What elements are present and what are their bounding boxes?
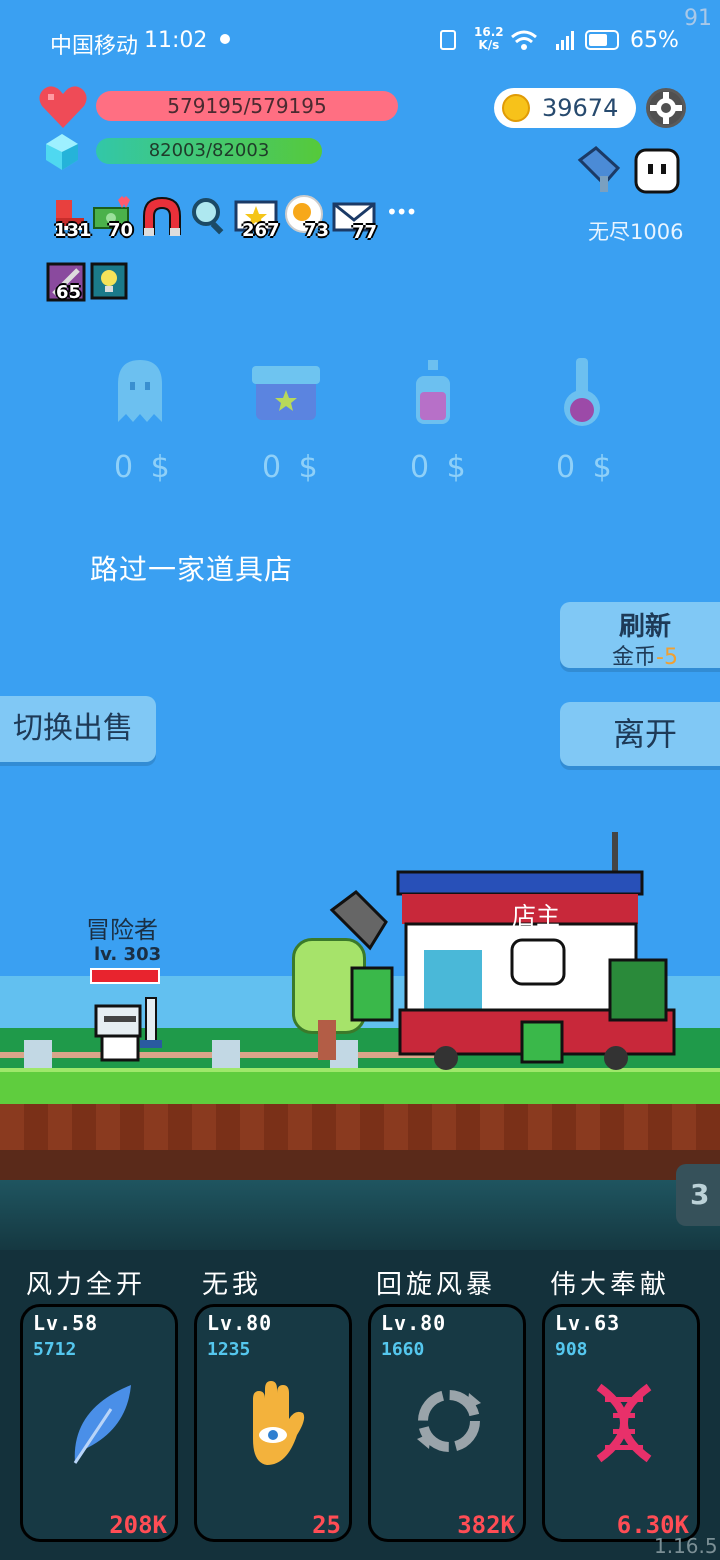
skill-value: 1235 <box>207 1339 251 1360</box>
battery-icon <box>585 30 619 50</box>
skill-cost: 25 <box>312 1511 341 1539</box>
refresh-cost-label: 金币 <box>612 645 657 670</box>
skill-value: 5712 <box>33 1339 77 1360</box>
skill-card-devotion[interactable]: Lv.63 908 6.30K <box>542 1304 700 1542</box>
buff-count: 65 <box>56 282 82 303</box>
buff-count: 131 <box>54 220 92 241</box>
skill-value: 1660 <box>381 1339 425 1360</box>
shop-item-price: 0 $ <box>556 450 616 485</box>
skill-level: Lv.63 <box>555 1311 621 1335</box>
version-label: 1.16.5 <box>654 1534 718 1558</box>
skill-cost: 208K <box>109 1511 167 1539</box>
skill-value: 908 <box>555 1339 588 1360</box>
shop-item-price: 0 $ <box>262 450 322 485</box>
buff-magnet[interactable] <box>140 196 184 244</box>
endless-mode-icon[interactable] <box>574 146 630 196</box>
skill-title: 回旋风暴 <box>376 1270 497 1300</box>
magnifier-icon <box>192 198 224 235</box>
skill-title: 风力全开 <box>26 1270 147 1300</box>
mp-value: 82003/82003 <box>148 140 270 161</box>
skill-card-whirlwind[interactable]: Lv.80 1660 382K <box>368 1304 526 1542</box>
tiktok-icon <box>220 34 230 44</box>
gold-value: 39674 <box>542 94 619 122</box>
skill-level: Lv.80 <box>207 1311 273 1335</box>
battery-percent: 65% <box>630 28 679 53</box>
dna-icon <box>596 1383 652 1463</box>
shop-item-price: 0 $ <box>410 450 470 485</box>
buff-count: 77 <box>352 222 378 243</box>
endless-level-label: 无尽1006 <box>588 220 684 244</box>
buff-magnifier[interactable] <box>190 196 230 240</box>
more-buffs-button[interactable]: ••• <box>386 200 417 224</box>
switch-sell-button[interactable]: 切换出售 <box>0 696 156 762</box>
eye-hand-icon <box>253 1381 305 1465</box>
wifi-icon <box>511 30 537 50</box>
lightbulb-card-icon <box>90 262 128 300</box>
settings-gear-icon[interactable] <box>646 88 686 128</box>
shopkeeper-label: 店主 <box>512 902 560 930</box>
event-message: 路过一家道具店 <box>90 553 294 586</box>
buff-egg[interactable]: 73 <box>284 194 336 242</box>
buff-lightbulb-card[interactable] <box>90 262 130 302</box>
player-name: 冒险者 <box>86 916 158 944</box>
page-badge[interactable]: 3 <box>676 1164 720 1226</box>
flask-icon[interactable] <box>558 356 606 430</box>
adventurer-sprite[interactable] <box>90 994 170 1068</box>
net-speed-unit: K/s <box>478 38 500 52</box>
buff-star-card[interactable]: 267 <box>234 196 286 244</box>
hp-bar: 579195/579195 <box>96 91 398 121</box>
player-level: lv. 303 <box>94 944 162 965</box>
refresh-label: 刷新 <box>618 612 671 642</box>
refresh-cost: -5 <box>656 645 678 670</box>
refresh-button[interactable]: 刷新 金币-5 <box>560 602 720 670</box>
skill-title: 伟大奉献 <box>550 1270 671 1300</box>
skill-card-selfless[interactable]: Lv.80 1235 25 <box>194 1304 352 1542</box>
buff-sword-card[interactable]: 65 <box>46 262 90 306</box>
skill-card-wind[interactable]: Lv.58 5712 208K <box>20 1304 178 1542</box>
skill-level: Lv.80 <box>381 1311 447 1335</box>
buff-mail[interactable]: 77 <box>332 196 384 244</box>
skill-level: Lv.58 <box>33 1311 99 1335</box>
ghost-icon[interactable] <box>110 356 170 428</box>
ghost-pet-icon[interactable] <box>632 144 682 196</box>
buff-count: 267 <box>242 220 280 241</box>
cycle-icon <box>417 1390 481 1452</box>
crystal-icon <box>46 134 78 170</box>
buff-count: 70 <box>108 220 134 241</box>
shop-cart[interactable] <box>326 832 690 1074</box>
signal-icon <box>556 31 574 50</box>
vibrate-icon <box>440 30 456 50</box>
spray-bottle-icon[interactable] <box>412 358 454 428</box>
water-strip <box>0 1180 720 1250</box>
carrier-label: 中国移动 <box>50 34 139 59</box>
status-bar: 中国移动 11:02 16.2 K/s 65% 91 <box>0 0 720 82</box>
hp-value: 579195/579195 <box>167 94 327 118</box>
skill-cost: 382K <box>457 1511 515 1539</box>
ground-deep <box>0 1150 720 1180</box>
heart-icon <box>39 86 87 128</box>
gold-counter: 39674 <box>494 88 636 128</box>
mp-bar: 82003/82003 <box>96 138 322 164</box>
feather-icon <box>73 1385 131 1464</box>
leave-button[interactable]: 离开 <box>560 702 720 766</box>
magnet-icon <box>143 196 181 236</box>
skill-title: 无我 <box>202 1270 263 1300</box>
shop-item-price: 0 $ <box>114 450 174 485</box>
box-icon[interactable] <box>250 362 322 424</box>
buff-count: 73 <box>304 220 330 241</box>
clock: 11:02 <box>144 28 208 53</box>
player-hp-bar <box>90 968 160 984</box>
coin-icon <box>502 94 530 122</box>
fps-counter: 91 <box>684 6 712 31</box>
